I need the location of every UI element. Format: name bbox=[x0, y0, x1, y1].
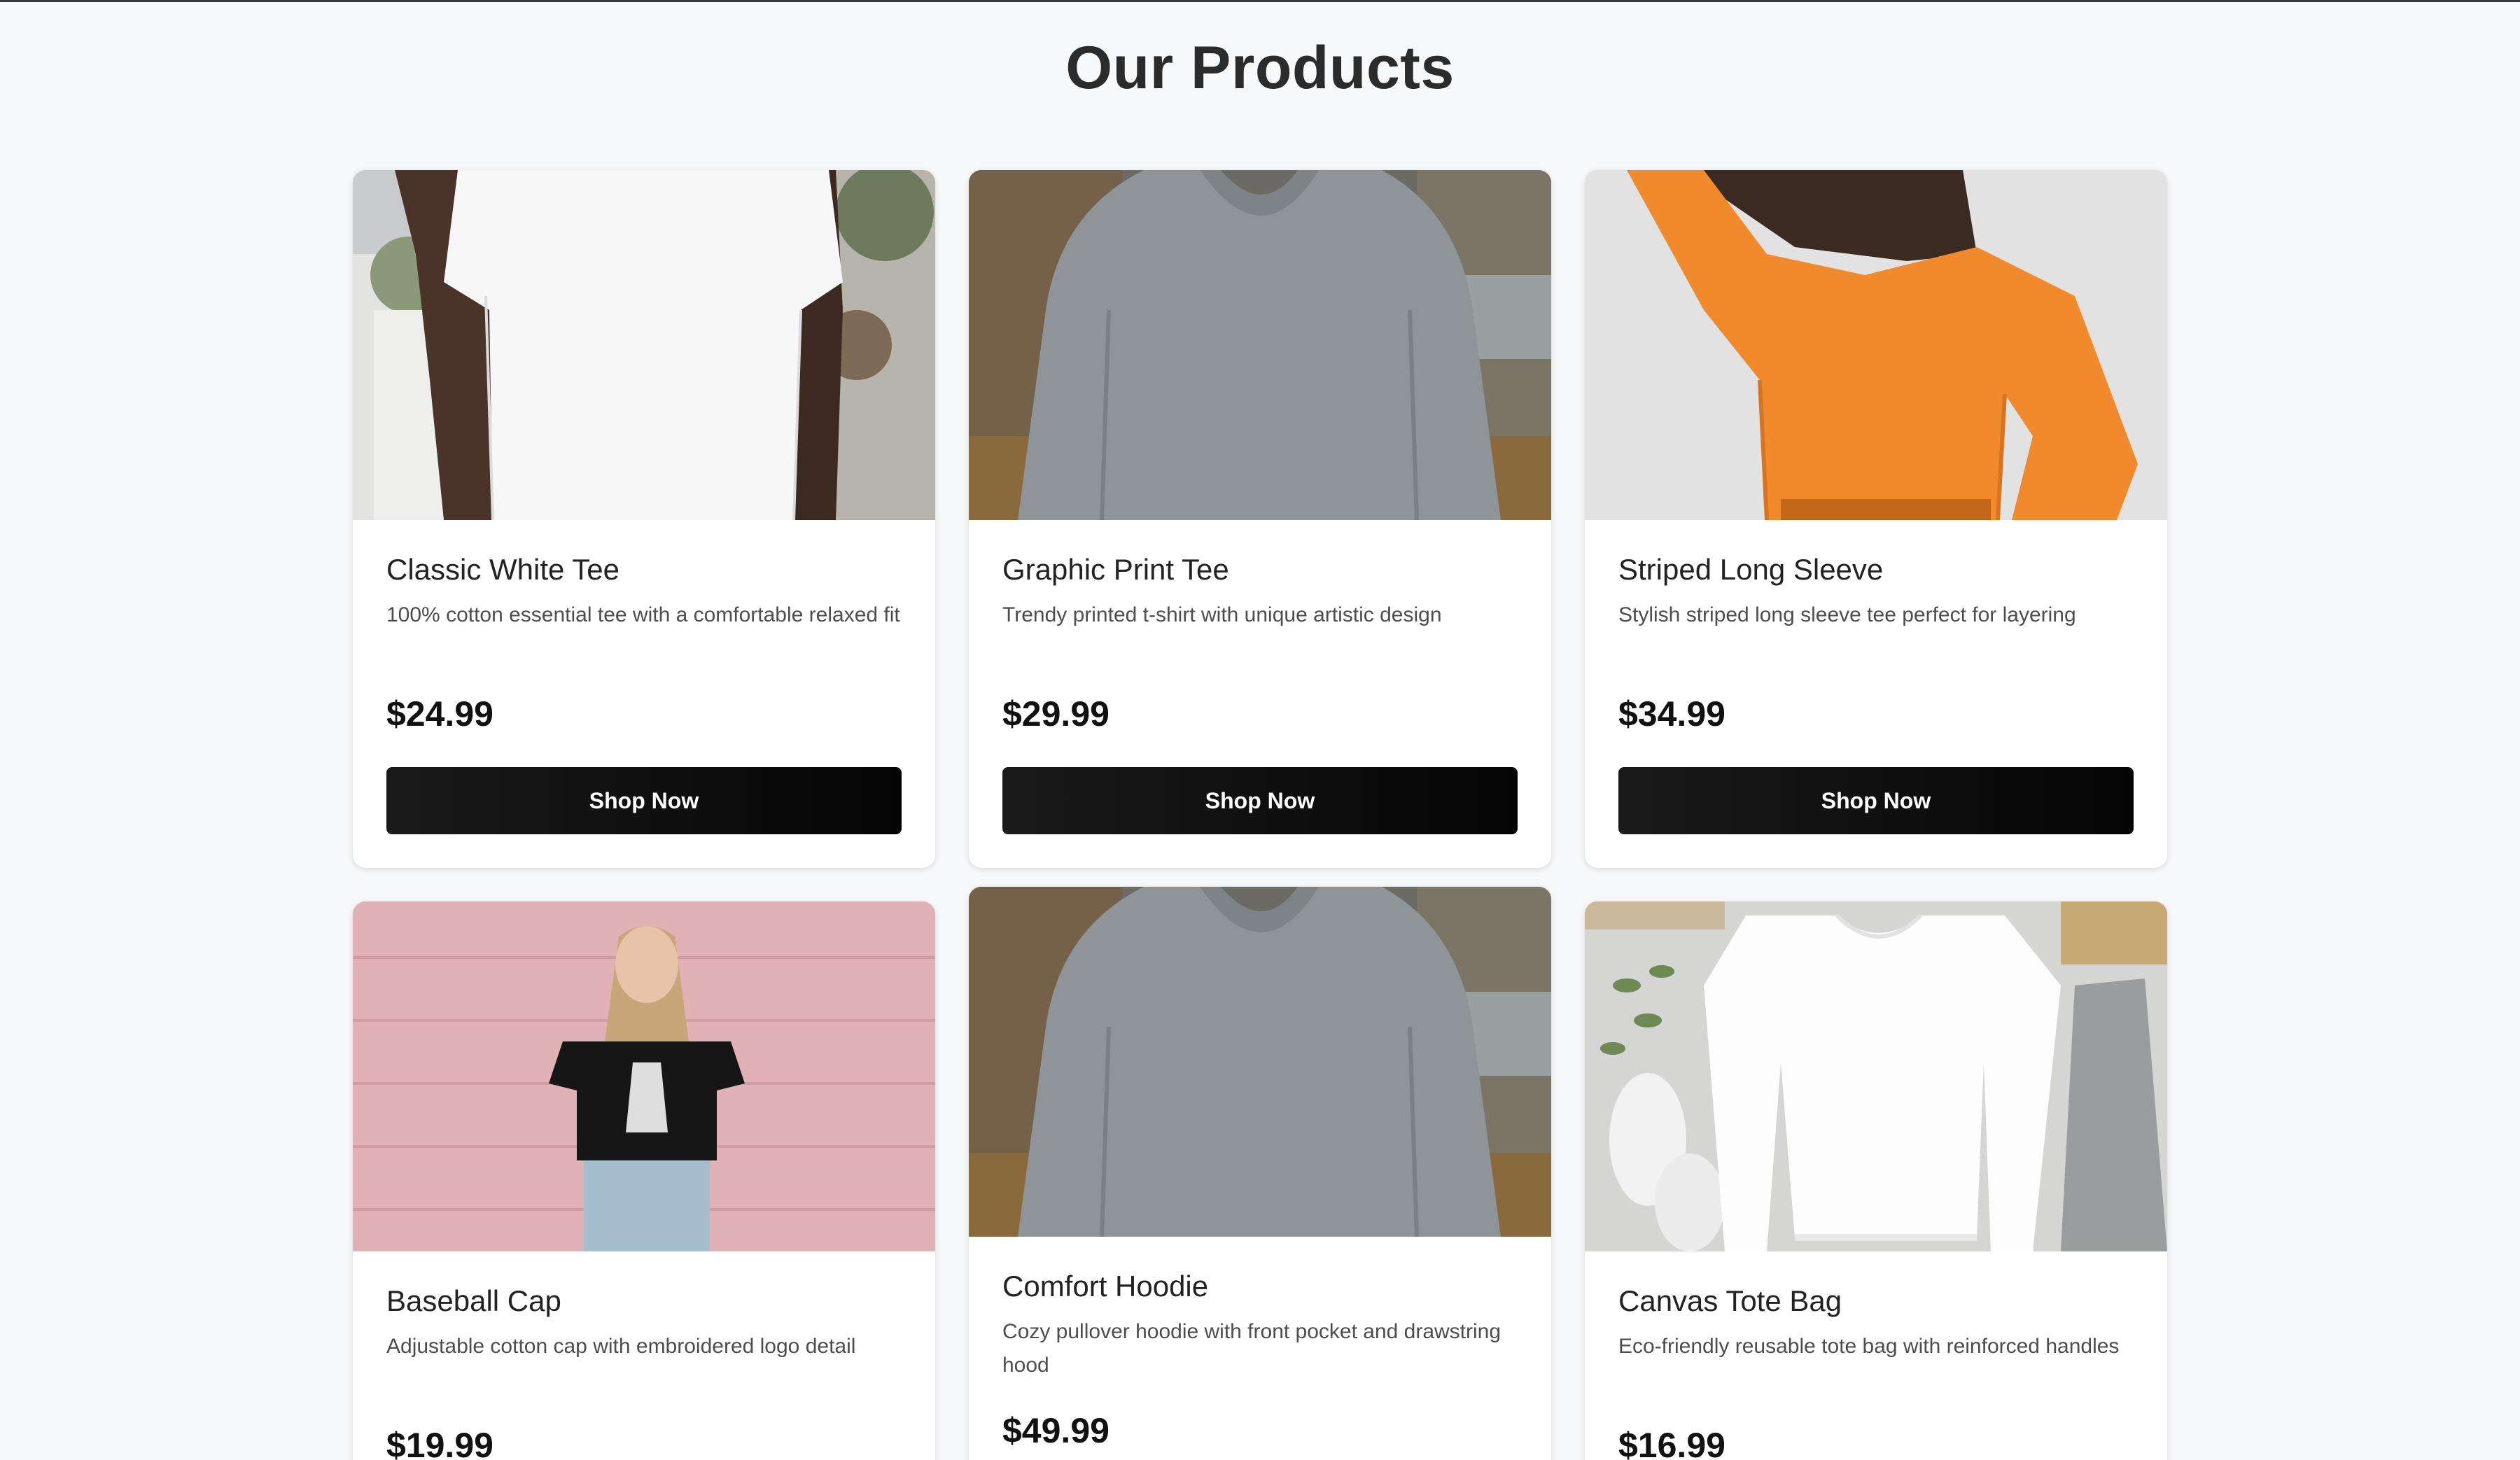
orange-sweatshirt-photo[interactable] bbox=[1585, 170, 2167, 520]
product-card: Striped Long Sleeve Stylish striped long… bbox=[1585, 170, 2167, 868]
product-name: Graphic Print Tee bbox=[1002, 553, 1229, 586]
product-card: Canvas Tote Bag Eco-friendly reusable to… bbox=[1585, 901, 2167, 1460]
product-name: Comfort Hoodie bbox=[1002, 1270, 1209, 1303]
product-description: 100% cotton essential tee with a comfort… bbox=[386, 603, 900, 627]
grey-hoodie-back-photo[interactable] bbox=[969, 887, 1551, 1237]
product-description: Trendy printed t-shirt with unique artis… bbox=[1002, 603, 1442, 627]
product-price: $29.99 bbox=[1002, 694, 1110, 733]
shop-now-button[interactable]: Shop Now bbox=[1618, 767, 2134, 834]
product-name: Baseball Cap bbox=[386, 1284, 561, 1317]
product-description: Adjustable cotton cap with embroidered l… bbox=[386, 1335, 856, 1359]
product-price: $16.99 bbox=[1618, 1426, 1726, 1460]
product-card: Baseball Cap Adjustable cotton cap with … bbox=[353, 901, 935, 1460]
product-description: Eco-friendly reusable tote bag with rein… bbox=[1618, 1335, 2120, 1359]
product-name: Classic White Tee bbox=[386, 553, 620, 586]
black-graphic-tee-pink-wall-photo[interactable] bbox=[353, 901, 935, 1251]
product-price: $49.99 bbox=[1002, 1411, 1110, 1450]
product-card: Classic White Tee 100% cotton essential … bbox=[353, 170, 935, 868]
product-price: $24.99 bbox=[386, 694, 493, 733]
product-price: $34.99 bbox=[1618, 694, 1726, 733]
product-card: Comfort Hoodie Cozy pullover hoodie with… bbox=[969, 887, 1551, 1460]
product-price: $19.99 bbox=[386, 1426, 493, 1460]
product-card: Graphic Print Tee Trendy printed t-shirt… bbox=[969, 170, 1551, 868]
shop-now-button[interactable]: Shop Now bbox=[1002, 767, 1518, 834]
product-description: Stylish striped long sleeve tee perfect … bbox=[1618, 603, 2076, 627]
white-sweatshirt-flatlay-photo[interactable] bbox=[1585, 901, 2167, 1251]
product-name: Canvas Tote Bag bbox=[1618, 1284, 1842, 1317]
product-description: Cozy pullover hoodie with front pocket a… bbox=[1002, 1320, 1502, 1377]
product-name: Striped Long Sleeve bbox=[1618, 553, 1884, 586]
shop-now-button[interactable]: Shop Now bbox=[386, 767, 902, 834]
grey-hoodie-back-photo[interactable] bbox=[969, 170, 1551, 520]
product-grid: Classic White Tee 100% cotton essential … bbox=[0, 0, 2520, 1460]
white-tshirt-photo[interactable] bbox=[353, 170, 935, 520]
